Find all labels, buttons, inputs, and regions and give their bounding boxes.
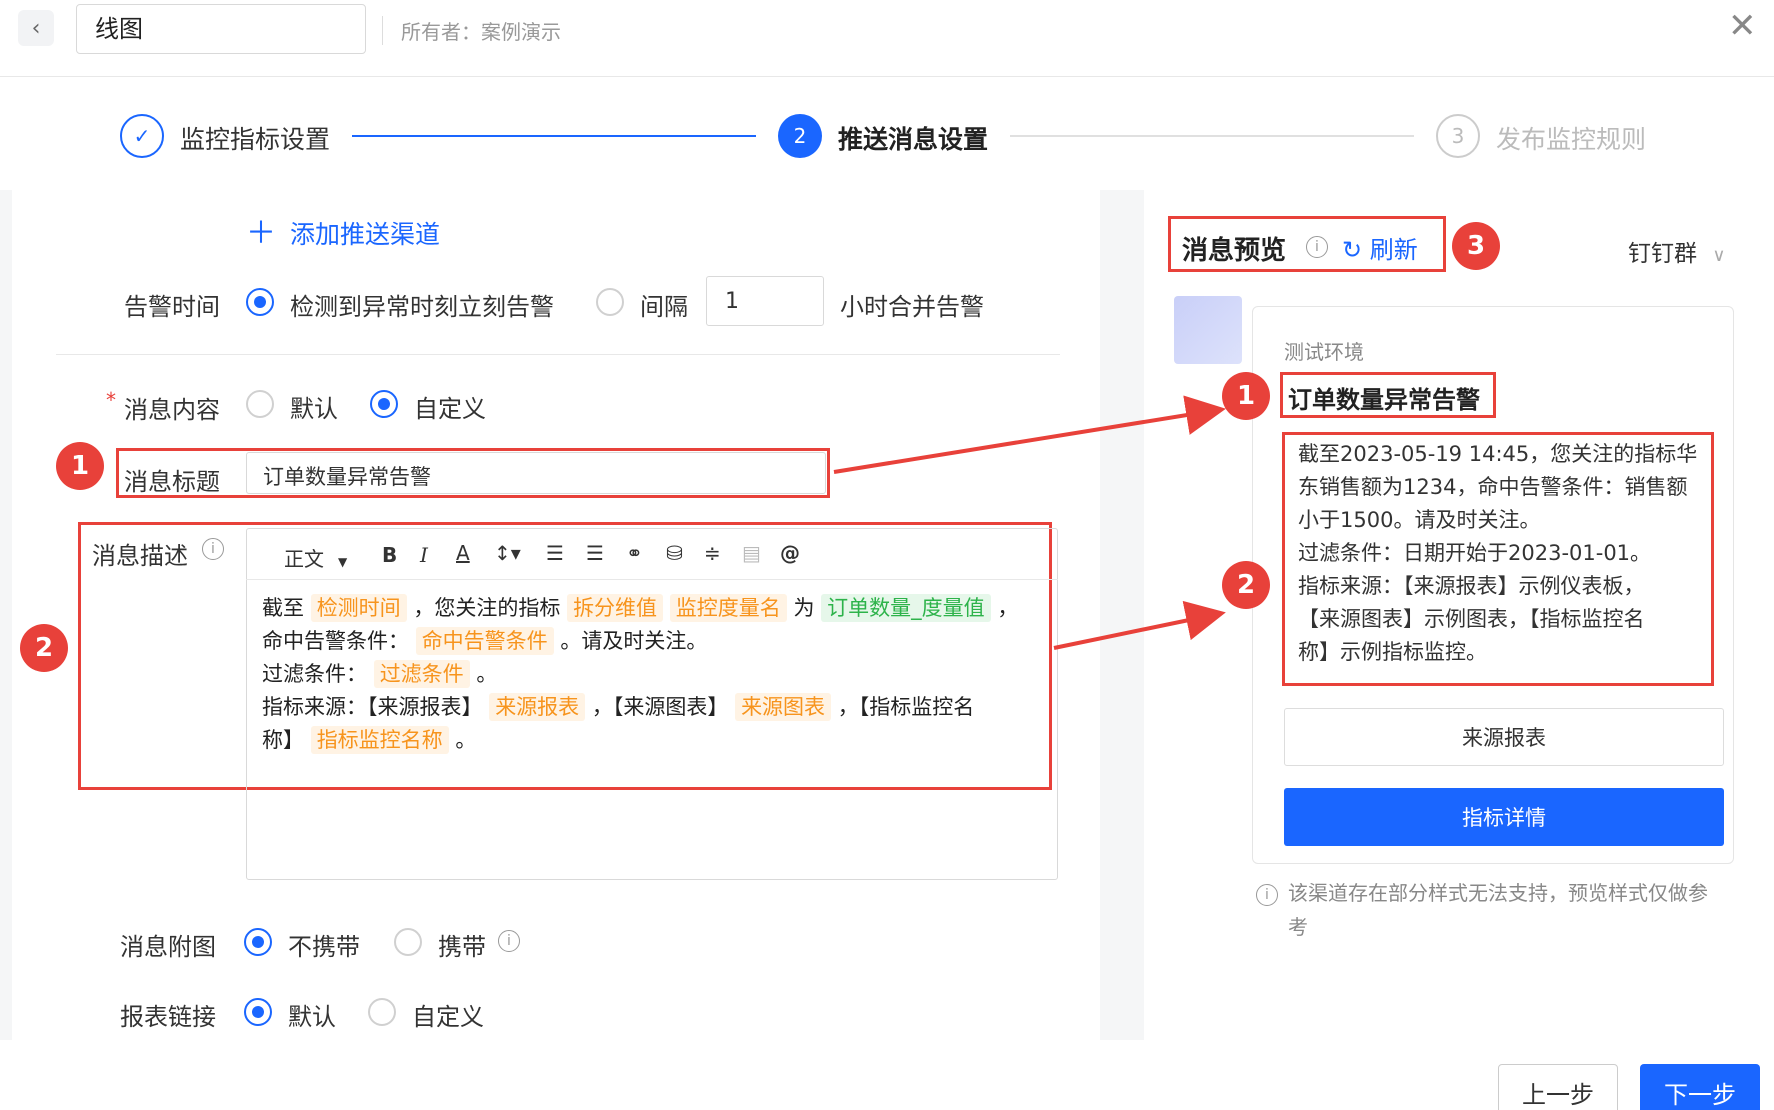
prev-step-button[interactable]: 上一步 bbox=[1498, 1064, 1618, 1110]
annotation-arrows bbox=[833, 395, 1226, 650]
arrow-desc bbox=[1053, 600, 1226, 650]
next-step-button[interactable]: 下一步 bbox=[1640, 1064, 1760, 1110]
arrow-title bbox=[833, 395, 1226, 474]
